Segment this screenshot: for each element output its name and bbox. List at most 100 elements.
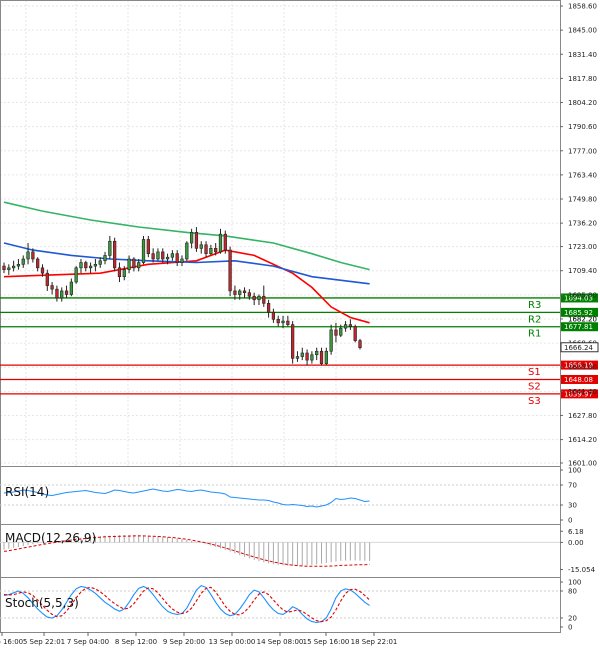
candle (276, 315, 280, 327)
y-tick-label: 1614.20 (568, 436, 597, 444)
candle-body (305, 352, 309, 361)
level-tag-text-s2: 1648.08 (564, 376, 593, 384)
y-tick-label: 1723.00 (568, 243, 597, 251)
candle-body (204, 244, 208, 254)
candle-body (7, 267, 11, 270)
macd-title: MACD(12,26,9) (5, 531, 96, 545)
candle-body (348, 324, 353, 327)
candle (329, 324, 333, 355)
candle-body (156, 251, 160, 260)
candle (60, 287, 64, 302)
panel-frame-0 (0, 0, 561, 467)
candle-body (64, 290, 69, 295)
candle-body (122, 269, 126, 278)
candle (175, 250, 179, 267)
candle-body (310, 354, 314, 361)
rsi-title: RSI(14) (5, 485, 49, 499)
x-tick-label: 18 Sep 22:01 (351, 638, 398, 646)
level-label-r3: R3 (528, 300, 541, 311)
candle-body (286, 320, 290, 325)
candle (223, 230, 227, 254)
candle-body (11, 265, 16, 269)
x-tick-label: 5 Sep 22:01 (23, 638, 65, 646)
candle (343, 321, 348, 332)
stoch-tick-label: 80 (568, 588, 577, 596)
candle (74, 266, 78, 284)
panel-frame-3 (0, 577, 561, 633)
candle (108, 235, 112, 259)
candle (310, 351, 314, 364)
y-tick-label: 1817.80 (568, 75, 597, 83)
candle-body (40, 267, 45, 274)
candle-body (45, 272, 49, 286)
candle-body (146, 239, 150, 254)
candle-body (113, 240, 117, 269)
candle (257, 294, 261, 306)
y-tick-label: 1763.40 (568, 171, 597, 179)
candle-body (271, 311, 276, 320)
candle (113, 237, 117, 272)
y-tick-label: 1736.20 (568, 220, 597, 228)
candle (170, 250, 175, 261)
candle-body (21, 258, 25, 265)
candle-body (98, 260, 102, 265)
candle-body (127, 258, 131, 270)
candle (141, 235, 146, 265)
current-price-text: 1666.24 (564, 344, 593, 352)
rsi-tick-label: 70 (568, 482, 577, 490)
candle (185, 241, 189, 261)
candle (50, 282, 54, 295)
y-tick-label: 1709.40 (568, 267, 597, 275)
candle-body (108, 240, 112, 256)
x-tick-label: 9 Sep 20:00 (163, 638, 205, 646)
candle-body (50, 285, 54, 290)
candle-body (324, 350, 328, 364)
candle-body (339, 327, 343, 336)
candle-body (103, 255, 107, 262)
panel-frame-1 (0, 466, 561, 525)
y-tick-label: 1601.00 (568, 460, 597, 468)
stoch-tick-label: 20 (568, 615, 577, 623)
candle-body (358, 340, 362, 348)
candle (45, 269, 49, 291)
candle-body (180, 258, 184, 263)
rsi-line (3, 488, 370, 508)
y-tick-label: 1845.00 (568, 27, 597, 35)
candle (348, 319, 353, 330)
candle (189, 228, 194, 249)
candle-body (238, 290, 242, 295)
candle (204, 241, 208, 258)
level-label-r1: R1 (528, 329, 541, 340)
candle (93, 258, 98, 272)
candle-body (117, 267, 122, 278)
candle (295, 351, 300, 362)
candle-body (194, 232, 199, 249)
level-tag-text-r1: 1677.81 (564, 323, 593, 331)
candle-body (84, 262, 88, 269)
y-tick-label: 1655.00 (568, 364, 597, 372)
candle-body (281, 320, 285, 324)
candle-body (218, 233, 223, 253)
candle-body (343, 324, 348, 329)
candle-body (199, 244, 203, 249)
y-tick-label: 1790.60 (568, 123, 597, 131)
candle-body (266, 303, 271, 313)
chart-canvas: R31694.03R21685.92R11677.81S11656.19S216… (0, 0, 599, 646)
candle (146, 235, 150, 258)
candle (266, 299, 271, 318)
candle (21, 255, 25, 268)
candle (334, 322, 338, 343)
candle (305, 349, 309, 366)
candle-body (26, 251, 30, 260)
candle-body (175, 253, 179, 263)
y-tick-label: 1777.00 (568, 147, 597, 155)
candle-body (137, 262, 141, 269)
pivot-levels: R31694.03R21685.92R11677.81S11656.19S216… (0, 293, 598, 407)
candle (194, 227, 199, 252)
candle (324, 347, 328, 366)
grid-lines (0, 0, 560, 466)
candle (271, 308, 276, 323)
y-tick-label: 1804.20 (568, 99, 597, 107)
candle (2, 262, 6, 274)
candle (16, 258, 21, 270)
